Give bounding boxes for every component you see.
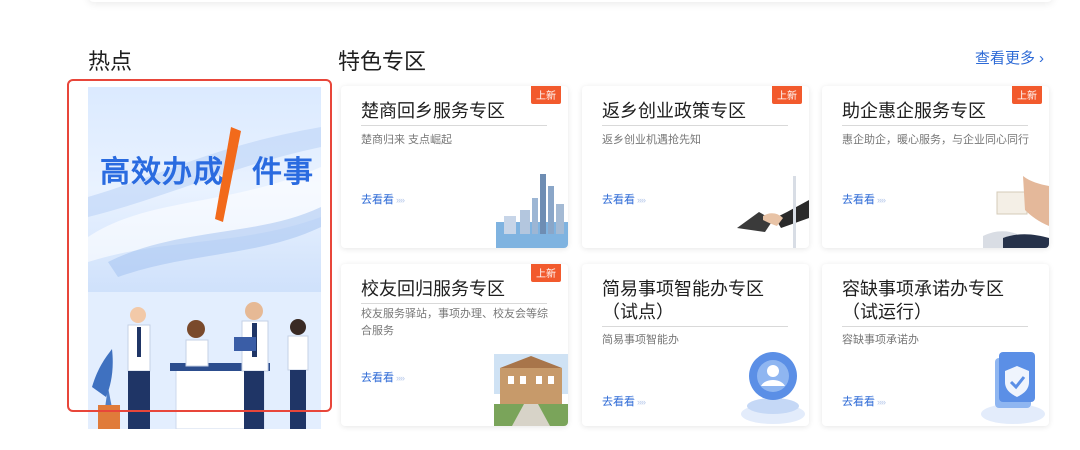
card-go-label: 去看看: [361, 194, 394, 206]
banner-heading-left: 高效办成: [100, 156, 224, 189]
card-description: 校友服务驿站，事项办理、校友会等综合服务: [361, 308, 548, 337]
banner-background-art: [88, 127, 321, 429]
view-more-label: 查看更多: [974, 50, 1035, 67]
card-description: 楚商归来 支点崛起: [361, 134, 453, 146]
card-simple-smart-service[interactable]: 简易事项智能办专区（试点） 简易事项智能办 去看看»»: [582, 264, 809, 426]
card-go-label: 去看看: [602, 396, 635, 408]
card-go-link[interactable]: 去看看»»: [361, 191, 405, 207]
ai-avatar-illustration: [741, 352, 805, 424]
handshake-illustration: [737, 176, 809, 248]
featured-section-title: 特色专区: [338, 49, 427, 74]
card-title: 返乡创业政策专区: [602, 100, 788, 126]
card-go-link[interactable]: 去看看»»: [602, 191, 646, 207]
chevron-right-icon: ›: [1039, 50, 1044, 67]
top-card-edge: [88, 0, 1053, 2]
card-return-entrepreneurship[interactable]: 上新 返乡创业政策专区 返乡创业机遇抢先知 去看看»»: [582, 86, 809, 248]
card-chushang-return[interactable]: 上新 楚商回乡服务专区 楚商归来 支点崛起 去看看»»: [341, 86, 568, 248]
campus-building-illustration: [494, 354, 568, 426]
document-hands-illustration: [983, 176, 1049, 248]
card-go-label: 去看看: [361, 372, 394, 384]
card-go-link[interactable]: 去看看»»: [602, 393, 646, 409]
card-go-label: 去看看: [842, 194, 875, 206]
card-title: 容缺事项承诺办专区（试运行）: [842, 278, 1028, 327]
view-more-link[interactable]: 查看更多 ›: [975, 47, 1044, 68]
card-go-link[interactable]: 去看看»»: [842, 393, 886, 409]
card-enterprise-benefit[interactable]: 上新 助企惠企服务专区 惠企助企，暖心服务，与企业同心同行 去看看»»: [822, 86, 1049, 248]
banner-heading-right: 件事: [252, 156, 314, 189]
banner-heading: 高效办成 件事: [100, 147, 314, 191]
hot-banner[interactable]: 高效办成 件事: [88, 87, 321, 429]
card-go-label: 去看看: [602, 194, 635, 206]
card-description: 惠企助企，暖心服务，与企业同心同行: [842, 134, 1029, 146]
card-title: 校友回归服务专区: [361, 278, 547, 304]
card-go-label: 去看看: [842, 396, 875, 408]
card-title: 简易事项智能办专区（试点）: [602, 278, 788, 327]
card-title: 助企惠企服务专区: [842, 100, 1028, 126]
card-title: 楚商回乡服务专区: [361, 100, 547, 126]
shield-document-illustration: [981, 352, 1045, 424]
hot-section-title: 热点: [88, 49, 133, 74]
card-deficiency-commitment[interactable]: 容缺事项承诺办专区（试运行） 容缺事项承诺办 去看看»»: [822, 264, 1049, 426]
skyscraper-illustration: [496, 174, 568, 248]
card-go-link[interactable]: 去看看»»: [842, 191, 886, 207]
card-description: 返乡创业机遇抢先知: [602, 134, 701, 146]
card-alumni-return[interactable]: 上新 校友回归服务专区 校友服务驿站，事项办理、校友会等综合服务 去看看»»: [341, 264, 568, 426]
card-go-link[interactable]: 去看看»»: [361, 369, 405, 385]
